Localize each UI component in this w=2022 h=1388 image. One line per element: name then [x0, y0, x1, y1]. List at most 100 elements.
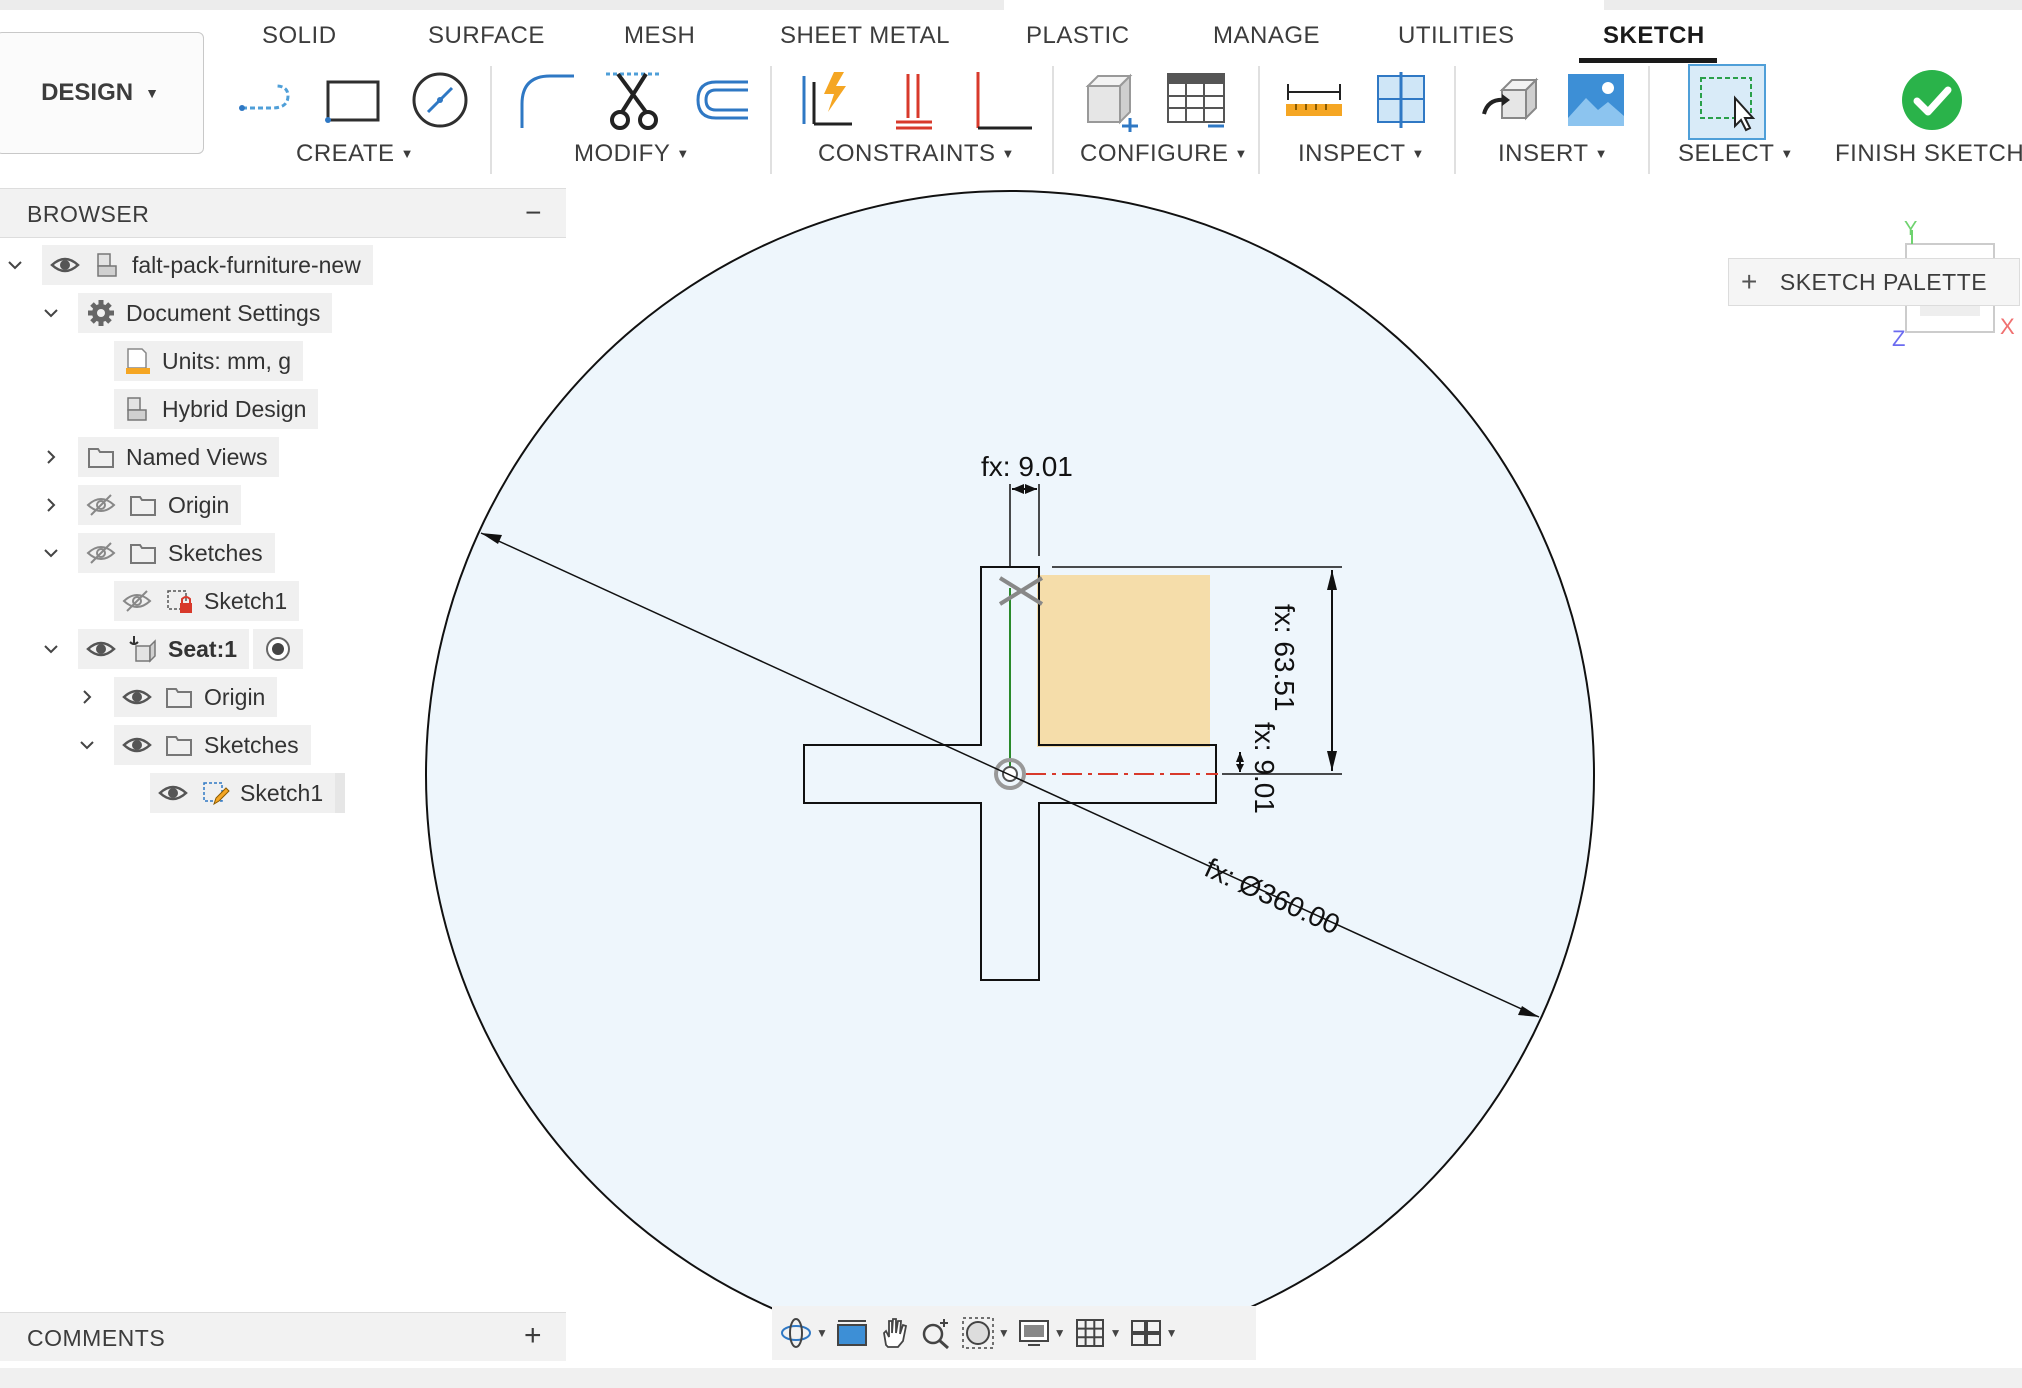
dimension-right-width[interactable] — [1236, 752, 1244, 772]
workspace-switcher[interactable]: DESIGN ▼ — [0, 32, 204, 154]
tree-item-seat[interactable]: Seat:1 — [40, 628, 304, 670]
tab-sheet-metal[interactable]: SHEET METAL — [780, 22, 950, 50]
configure-menu[interactable]: CONFIGURE ▼ — [1080, 140, 1248, 168]
title-strip — [0, 0, 2022, 10]
chevron-right-icon[interactable] — [40, 494, 62, 516]
horizontal-vertical-constraint-button[interactable] — [966, 64, 1038, 136]
chevron-down-icon[interactable] — [40, 542, 62, 564]
zoom-icon — [922, 1319, 949, 1350]
dimension-right-width-label[interactable]: fx: 9.01 — [1248, 722, 1280, 814]
rectangle-tool-button[interactable] — [316, 64, 388, 136]
eye-icon[interactable] — [120, 728, 154, 762]
pan-button[interactable] — [876, 1315, 912, 1351]
fit-button[interactable]: ▼ — [960, 1315, 1010, 1351]
active-row-highlight — [335, 773, 346, 813]
chevron-down-icon[interactable] — [40, 302, 62, 324]
dimension-diameter-label[interactable]: fx: Ø360.00 — [1200, 852, 1345, 941]
constraints-menu[interactable]: CONSTRAINTS ▼ — [818, 140, 1015, 168]
chevron-right-icon[interactable] — [40, 446, 62, 468]
tab-solid[interactable]: SOLID — [262, 22, 337, 50]
seat-circle[interactable] — [425, 190, 1595, 1360]
insert-menu[interactable]: INSERT ▼ — [1498, 140, 1608, 168]
inspect-menu[interactable]: INSPECT ▼ — [1298, 140, 1425, 168]
display-settings-button[interactable]: ▼ — [1016, 1315, 1066, 1351]
line-tool-button[interactable] — [230, 64, 302, 136]
chevron-right-icon[interactable] — [76, 686, 98, 708]
eye-hidden-icon[interactable] — [120, 584, 154, 618]
add-comment-button[interactable]: + — [524, 1319, 542, 1353]
browser-header[interactable]: BROWSER − — [0, 188, 566, 238]
dimension-vertical-height[interactable] — [1052, 566, 1342, 775]
tree-item-sketches[interactable]: Sketches — [40, 532, 275, 574]
dimension-vertical-height-label[interactable]: fx: 63.51 — [1268, 604, 1300, 711]
dimension-top-width[interactable] — [1009, 484, 1040, 566]
circle-tool-button[interactable] — [404, 64, 476, 136]
viewports-button[interactable]: ▼ — [1128, 1315, 1177, 1351]
measure-button[interactable] — [1278, 64, 1350, 136]
tab-utilities[interactable]: UTILITIES — [1398, 22, 1515, 50]
create-menu[interactable]: CREATE ▼ — [296, 140, 414, 168]
sketch-locked-icon — [162, 584, 196, 618]
chevron-down-icon[interactable] — [4, 254, 26, 276]
tree-item-label: falt-pack-furniture-new — [132, 251, 361, 278]
trim-tool-button[interactable] — [598, 64, 670, 136]
constraint-marker-icon — [998, 576, 1044, 606]
ruler-doc-icon — [120, 344, 154, 378]
collapse-browser-button[interactable]: − — [525, 197, 542, 229]
dimension-diameter[interactable] — [480, 532, 1540, 1018]
tree-item-origin[interactable]: Origin — [40, 484, 242, 526]
tab-sketch[interactable]: SKETCH — [1603, 22, 1705, 50]
tree-item-seat-origin[interactable]: Origin — [76, 676, 278, 718]
tree-item-named-views[interactable]: Named Views — [40, 436, 280, 478]
insert-canvas-button[interactable] — [1560, 64, 1632, 136]
tree-item-sketch1-locked[interactable]: Sketch1 — [114, 580, 300, 622]
window-select-button[interactable] — [1688, 64, 1766, 140]
finish-sketch-button[interactable] — [1896, 64, 1968, 136]
sketch-palette-toggle[interactable]: + SKETCH PALETTE — [1728, 258, 2020, 306]
tab-surface[interactable]: SURFACE — [428, 22, 545, 50]
tab-manage[interactable]: MANAGE — [1213, 22, 1320, 50]
eye-icon[interactable] — [156, 776, 190, 810]
select-menu[interactable]: SELECT ▼ — [1678, 140, 1794, 168]
finish-sketch-menu[interactable]: FINISH SKETCH▼ — [1835, 140, 2022, 168]
chevron-down-icon[interactable] — [40, 638, 62, 660]
auto-constrain-button[interactable] — [790, 64, 862, 136]
eye-hidden-icon[interactable] — [84, 536, 118, 570]
component-icon — [90, 248, 124, 282]
cross-slot-profile[interactable] — [803, 566, 1217, 981]
tree-item-root[interactable]: falt-pack-furniture-new — [4, 244, 373, 286]
eye-icon[interactable] — [120, 680, 154, 714]
tab-mesh[interactable]: MESH — [624, 22, 695, 50]
chevron-down-icon[interactable] — [76, 734, 98, 756]
look-at-button[interactable] — [834, 1315, 870, 1351]
tree-item-units[interactable]: Units: mm, g — [114, 340, 304, 382]
hand-icon — [882, 1318, 907, 1348]
activate-radio-icon[interactable] — [261, 632, 295, 666]
zoom-button[interactable] — [918, 1315, 954, 1351]
comments-panel[interactable]: COMMENTS + — [0, 1312, 566, 1361]
sketch-origin-point[interactable] — [994, 758, 1026, 790]
tree-item-seat-sketch1[interactable]: Sketch1 — [150, 772, 346, 814]
table-icon — [1167, 73, 1225, 128]
fillet-tool-button[interactable] — [510, 64, 582, 136]
tree-item-label: Origin — [204, 683, 266, 710]
perpendicular-constraint-button[interactable] — [878, 64, 950, 136]
profile-region[interactable] — [1037, 575, 1210, 747]
tab-plastic[interactable]: PLASTIC — [1026, 22, 1130, 50]
offset-tool-button[interactable] — [684, 64, 756, 136]
orbit-button[interactable]: ▼ — [778, 1315, 828, 1351]
dimension-top-width-label[interactable]: fx: 9.01 — [981, 451, 1073, 483]
tree-item-hybrid-design[interactable]: Hybrid Design — [114, 388, 319, 430]
modify-menu[interactable]: MODIFY ▼ — [574, 140, 690, 168]
configuration-table-button[interactable] — [1160, 64, 1232, 136]
tree-item-seat-sketches[interactable]: Sketches — [76, 724, 311, 766]
configure-model-button[interactable] — [1074, 64, 1146, 136]
eye-icon[interactable] — [48, 248, 82, 282]
section-analysis-button[interactable] — [1364, 64, 1436, 136]
tree-item-document-settings[interactable]: Document Settings — [40, 292, 333, 334]
eye-hidden-icon[interactable] — [84, 488, 118, 522]
insert-derive-button[interactable] — [1474, 64, 1546, 136]
eye-icon[interactable] — [84, 632, 118, 666]
tree-item-label: Named Views — [126, 443, 268, 470]
grid-settings-button[interactable]: ▼ — [1072, 1315, 1122, 1351]
